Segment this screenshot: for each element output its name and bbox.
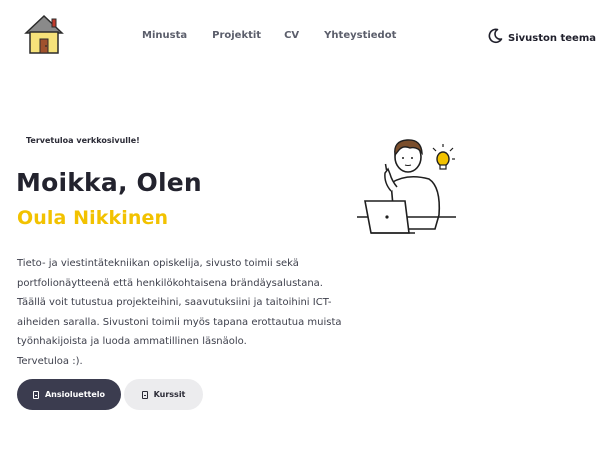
description-line: työnhakijoista ja luoda ammatillinen läs… xyxy=(17,336,247,347)
theme-toggle-label: Sivuston teema xyxy=(508,32,596,44)
description-line: portfolionäytteenä että henkilökohtaisen… xyxy=(17,277,323,289)
nav-item-minusta[interactable]: Minusta xyxy=(142,30,187,41)
description-line: Täällä voit tutustua projekteihini, saav… xyxy=(17,297,332,308)
site-header: Minusta Projektit CV Yhteystiedot Sivust… xyxy=(0,0,600,72)
moon-icon xyxy=(487,28,503,48)
description-line: Tervetuloa :). xyxy=(17,355,83,367)
document-icon xyxy=(32,390,39,399)
document-icon xyxy=(141,390,148,399)
hero-name: Oula Nikkinen xyxy=(17,207,169,229)
hero-title: Moikka, Olen xyxy=(16,168,202,197)
person-laptop-lightbulb-icon xyxy=(355,133,460,239)
cv-button-label: Ansioluettelo xyxy=(44,390,106,399)
main-nav: Minusta Projektit CV Yhteystiedot xyxy=(142,30,420,41)
courses-button-label: Kurssit xyxy=(153,390,186,399)
nav-item-projektit[interactable]: Projektit xyxy=(212,30,261,41)
description-line: aiheiden saralla. Sivustoni toimii myös … xyxy=(17,316,342,328)
house-icon[interactable] xyxy=(24,13,64,55)
theme-toggle[interactable]: Sivuston teema xyxy=(487,28,596,48)
courses-button[interactable]: Kurssit xyxy=(124,379,203,410)
hero-description: Tieto- ja viestintätekniikan opiskelija,… xyxy=(17,254,347,371)
cv-button[interactable]: Ansioluettelo xyxy=(17,379,121,410)
nav-item-cv[interactable]: CV xyxy=(284,30,299,41)
nav-item-yhteystiedot[interactable]: Yhteystiedot xyxy=(324,30,396,41)
description-line: Tieto- ja viestintätekniikan opiskelija,… xyxy=(17,258,299,269)
welcome-text: Tervetuloa verkkosivulle! xyxy=(26,136,140,145)
